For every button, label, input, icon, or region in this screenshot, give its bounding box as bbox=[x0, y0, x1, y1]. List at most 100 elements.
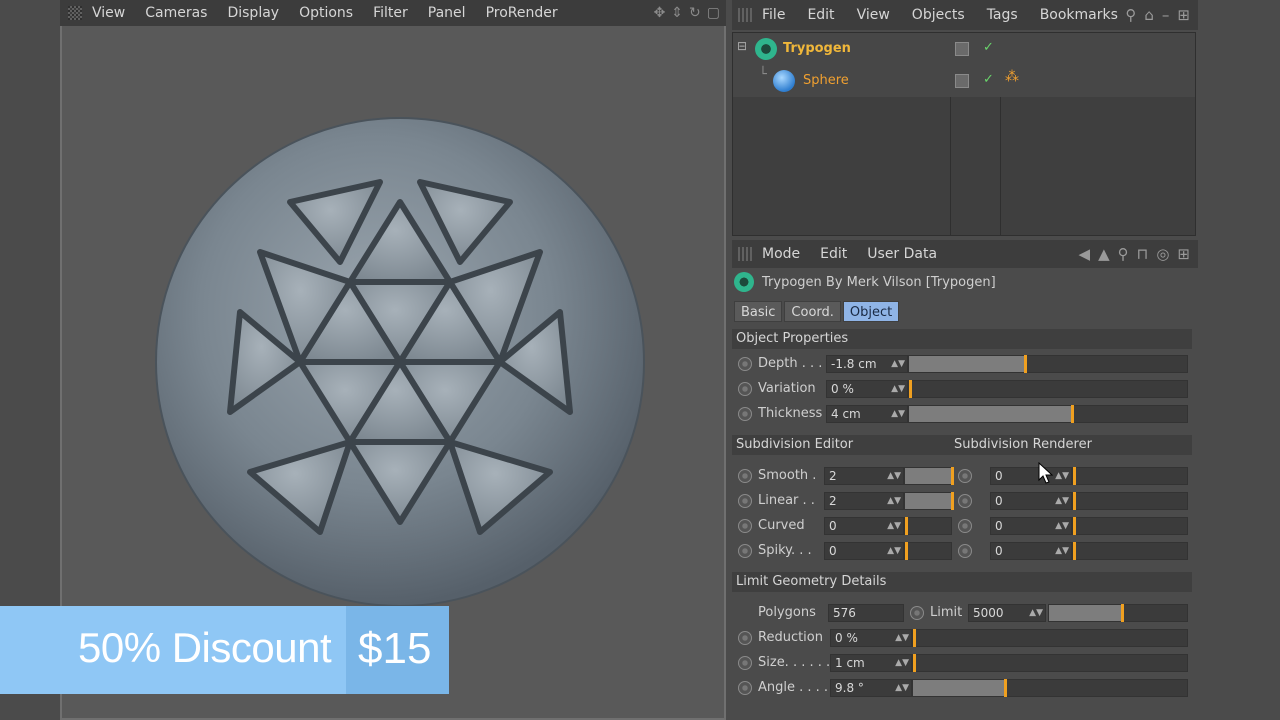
am-menu-edit[interactable]: Edit bbox=[820, 246, 847, 262]
am-menu-user-data[interactable]: User Data bbox=[867, 246, 937, 262]
new-window-icon[interactable]: ⊞ bbox=[1177, 245, 1190, 263]
zoom-view-icon[interactable]: ⇕ bbox=[671, 5, 683, 21]
anim-radio[interactable] bbox=[738, 681, 752, 695]
renderer-subdivision-field[interactable]: 0 ▲▼ bbox=[990, 542, 1072, 560]
back-arrow-icon[interactable]: ◀ bbox=[1079, 245, 1091, 263]
limit-row-slider[interactable] bbox=[912, 654, 1188, 672]
menu-display[interactable]: Display bbox=[227, 5, 279, 21]
lock-icon[interactable]: ⊓ bbox=[1137, 245, 1149, 263]
anim-radio[interactable] bbox=[738, 631, 752, 645]
anim-radio[interactable] bbox=[738, 382, 752, 396]
menu-filter[interactable]: Filter bbox=[373, 5, 408, 21]
target-icon[interactable]: ◎ bbox=[1156, 245, 1169, 263]
property-field[interactable]: -1.8 cm ▲▼ bbox=[826, 355, 908, 373]
renderer-subdivision-slider[interactable] bbox=[1072, 517, 1188, 535]
limit-row-label: Angle . . . . bbox=[758, 680, 829, 695]
editor-subdivision-field[interactable]: 2 ▲▼ bbox=[824, 492, 904, 510]
menu-cameras[interactable]: Cameras bbox=[145, 5, 207, 21]
grip-icon[interactable] bbox=[738, 8, 752, 22]
new-window-icon[interactable]: ⊞ bbox=[1177, 6, 1190, 24]
property-field[interactable]: 0 % ▲▼ bbox=[826, 380, 908, 398]
tab-basic[interactable]: Basic bbox=[734, 301, 783, 322]
section-limit-geometry[interactable]: Limit Geometry Details bbox=[732, 572, 1192, 592]
rotate-view-icon[interactable]: ↻ bbox=[689, 5, 701, 21]
editor-subdivision-slider[interactable] bbox=[904, 542, 952, 560]
search-icon[interactable]: ⚲ bbox=[1118, 245, 1129, 263]
property-slider[interactable] bbox=[908, 380, 1188, 398]
collapse-icon[interactable]: ⊟ bbox=[737, 39, 747, 53]
editor-subdivision-slider[interactable] bbox=[904, 492, 954, 510]
limit-field[interactable]: 5000 ▲▼ bbox=[968, 604, 1046, 622]
anim-radio[interactable] bbox=[738, 494, 752, 508]
limit-row-field[interactable]: 9.8 ° ▲▼ bbox=[830, 679, 912, 697]
om-menu-tags[interactable]: Tags bbox=[987, 7, 1018, 23]
editor-subdivision-field[interactable]: 2 ▲▼ bbox=[824, 467, 904, 485]
menu-options[interactable]: Options bbox=[299, 5, 353, 21]
renderer-subdivision-field[interactable]: 0 ▲▼ bbox=[990, 492, 1072, 510]
am-menu-mode[interactable]: Mode bbox=[762, 246, 800, 262]
limit-row: Angle . . . . 9.8 ° ▲▼ bbox=[732, 677, 1192, 699]
object-name-sphere[interactable]: Sphere bbox=[803, 73, 849, 88]
anim-radio[interactable] bbox=[958, 469, 972, 483]
object-row-trypogen[interactable]: ⊟ Trypogen ✓ bbox=[733, 33, 1195, 65]
limit-row-field[interactable]: 0 % ▲▼ bbox=[830, 629, 912, 647]
anim-radio[interactable] bbox=[738, 656, 752, 670]
subdivision-row: Curved 0 ▲▼ 0 ▲▼ bbox=[732, 515, 1192, 537]
renderer-subdivision-slider[interactable] bbox=[1072, 542, 1188, 560]
tab-coord[interactable]: Coord. bbox=[784, 301, 841, 322]
editor-visibility-toggle[interactable] bbox=[955, 74, 969, 88]
editor-subdivision-slider[interactable] bbox=[904, 467, 954, 485]
om-menu-view[interactable]: View bbox=[857, 7, 890, 23]
om-menu-bookmarks[interactable]: Bookmarks bbox=[1040, 7, 1118, 23]
renderer-subdivision-slider[interactable] bbox=[1072, 492, 1188, 510]
object-name-trypogen[interactable]: Trypogen bbox=[783, 41, 851, 56]
om-menu-objects[interactable]: Objects bbox=[912, 7, 965, 23]
up-arrow-icon[interactable]: ▲ bbox=[1098, 245, 1110, 263]
object-property-row: Thickness 4 cm ▲▼ bbox=[732, 403, 1192, 425]
renderer-subdivision-field[interactable]: 0 ▲▼ bbox=[990, 467, 1072, 485]
renderer-subdivision-slider[interactable] bbox=[1072, 467, 1188, 485]
tab-object[interactable]: Object bbox=[842, 301, 900, 322]
editor-subdivision-slider[interactable] bbox=[904, 517, 952, 535]
phong-tag-icon[interactable]: ⁂ bbox=[1005, 69, 1019, 85]
grip-icon[interactable] bbox=[68, 6, 82, 20]
anim-radio[interactable] bbox=[958, 544, 972, 558]
anim-radio[interactable] bbox=[738, 469, 752, 483]
home-icon[interactable]: ⌂ bbox=[1144, 6, 1154, 24]
anim-radio[interactable] bbox=[958, 519, 972, 533]
property-field[interactable]: 4 cm ▲▼ bbox=[826, 405, 908, 423]
menu-prorender[interactable]: ProRender bbox=[486, 5, 558, 21]
limit-anim-radio[interactable] bbox=[910, 606, 924, 620]
om-menu-edit[interactable]: Edit bbox=[807, 7, 834, 23]
limit-row-slider[interactable] bbox=[912, 679, 1188, 697]
object-row-sphere[interactable]: └ Sphere ✓ ⁂ bbox=[733, 65, 1195, 97]
minimize-icon[interactable]: – bbox=[1162, 6, 1170, 24]
om-menu-file[interactable]: File bbox=[762, 7, 785, 23]
anim-radio[interactable] bbox=[738, 357, 752, 371]
menu-view[interactable]: View bbox=[92, 5, 125, 21]
enabled-check-icon[interactable]: ✓ bbox=[983, 40, 994, 55]
limit-slider[interactable] bbox=[1048, 604, 1188, 622]
grip-icon[interactable] bbox=[738, 247, 752, 261]
search-icon[interactable]: ⚲ bbox=[1125, 6, 1136, 24]
section-object-properties[interactable]: Object Properties bbox=[732, 329, 1192, 349]
anim-radio[interactable] bbox=[738, 544, 752, 558]
attribute-tabs: Basic Coord. Object bbox=[734, 301, 900, 322]
limit-row-slider[interactable] bbox=[912, 629, 1188, 647]
limit-row-field[interactable]: 1 cm ▲▼ bbox=[830, 654, 912, 672]
editor-subdivision-field[interactable]: 0 ▲▼ bbox=[824, 542, 904, 560]
enabled-check-icon[interactable]: ✓ bbox=[983, 72, 994, 87]
limit-row: Reduction 0 % ▲▼ bbox=[732, 627, 1192, 649]
move-view-icon[interactable]: ✥ bbox=[654, 5, 666, 21]
editor-visibility-toggle[interactable] bbox=[955, 42, 969, 56]
anim-radio[interactable] bbox=[738, 407, 752, 421]
anim-radio[interactable] bbox=[958, 494, 972, 508]
renderer-subdivision-field[interactable]: 0 ▲▼ bbox=[990, 517, 1072, 535]
property-slider[interactable] bbox=[908, 405, 1188, 423]
menu-panel[interactable]: Panel bbox=[428, 5, 466, 21]
anim-radio[interactable] bbox=[738, 519, 752, 533]
property-slider[interactable] bbox=[908, 355, 1188, 373]
subdivision-label: Spiky. . . bbox=[758, 543, 812, 558]
maximize-view-icon[interactable]: ▢ bbox=[707, 5, 720, 21]
editor-subdivision-field[interactable]: 0 ▲▼ bbox=[824, 517, 904, 535]
